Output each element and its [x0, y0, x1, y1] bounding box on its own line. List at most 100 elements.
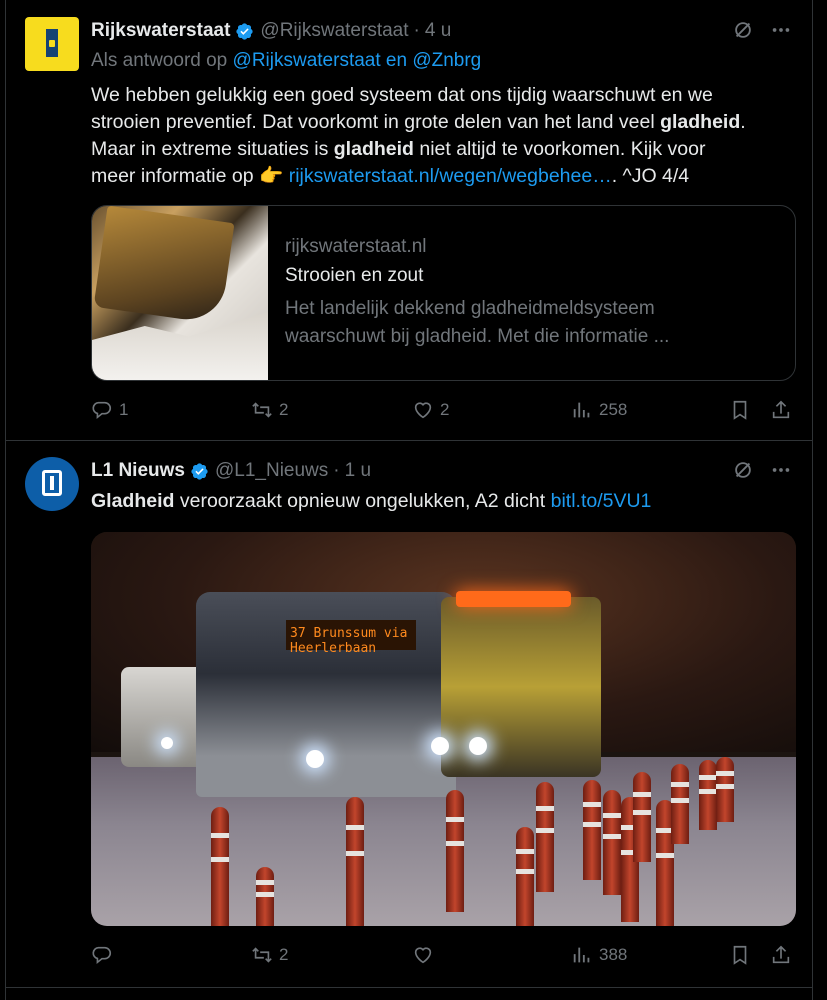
separator-dot: ·	[333, 460, 340, 481]
more-icon[interactable]	[770, 19, 792, 46]
bollard	[536, 782, 554, 892]
avatar[interactable]	[25, 457, 79, 511]
views-count: 388	[599, 945, 628, 964]
highlight-keyword: gladheid	[660, 111, 741, 133]
views-button[interactable]: 388	[571, 944, 627, 966]
post-text: Gladheid veroorzaakt opnieuw ongelukken,…	[91, 488, 796, 515]
reply-icon	[92, 401, 111, 420]
text-line: We hebben gelukkig een goed systeem dat …	[91, 84, 713, 106]
l1-logo	[42, 470, 62, 496]
like-button[interactable]: 2	[412, 399, 449, 421]
pointing-hand-emoji: 👉	[259, 165, 284, 187]
repost-count: 2	[279, 400, 289, 419]
repost-icon	[252, 402, 272, 418]
author-name[interactable]: L1 Nieuws	[91, 460, 185, 482]
card-title: Strooien en zout	[285, 265, 424, 286]
post-actions: 2 388	[91, 944, 796, 968]
share-button[interactable]	[770, 399, 792, 421]
bollard	[583, 780, 601, 880]
reply-button[interactable]: 1	[91, 399, 128, 421]
author-handle[interactable]: @Rijkswaterstaat	[260, 20, 408, 42]
reply-icon	[92, 946, 111, 965]
van	[121, 667, 206, 767]
separator-dot: ·	[413, 20, 420, 41]
bollard	[671, 764, 689, 844]
headlight	[161, 737, 173, 749]
post-top-actions	[732, 459, 792, 486]
views-icon	[573, 402, 590, 418]
card-description-line: Het landelijk dekkend gladheidmeldsystee…	[285, 298, 655, 319]
card-thumbnail	[92, 206, 268, 380]
share-button[interactable]	[770, 944, 792, 966]
like-count: 2	[440, 400, 450, 419]
reply-button[interactable]	[91, 944, 119, 966]
views-button[interactable]: 258	[571, 399, 627, 421]
grok-icon[interactable]	[732, 459, 754, 486]
text-line: strooien preventief. Dat voorkomt in gro…	[91, 111, 746, 133]
bookmark-button[interactable]	[729, 944, 751, 966]
share-icon	[772, 945, 790, 964]
post-header: Rijkswaterstaat @Rijkswaterstaat · 4 u	[91, 20, 451, 42]
highlight-keyword: Gladheid	[91, 490, 175, 512]
bollard	[516, 827, 534, 926]
bus: 37 Brunssum via Heerlerbaan	[196, 592, 456, 797]
repost-button[interactable]: 2	[251, 399, 288, 421]
share-icon	[772, 400, 790, 419]
post-header: L1 Nieuws @L1_Nieuws · 1 u	[91, 460, 371, 482]
post-text: We hebben gelukkig een goed systeem dat …	[91, 82, 796, 190]
headlight	[431, 737, 449, 755]
link-card[interactable]: rijkswaterstaat.nl Strooien en zout Het …	[91, 205, 796, 381]
post-top-actions	[732, 19, 792, 46]
reply-targets-link[interactable]: @Rijkswaterstaat en @Znbrg	[233, 50, 482, 71]
post-link[interactable]: bitl.to/5VU1	[551, 490, 652, 512]
card-body: rijkswaterstaat.nl Strooien en zout Het …	[285, 236, 785, 351]
verified-badge-icon	[191, 462, 208, 480]
bookmark-icon	[733, 400, 747, 420]
bollard	[699, 760, 717, 830]
bollard	[633, 772, 651, 862]
truck	[441, 591, 601, 777]
bookmark-icon	[733, 945, 747, 965]
bollard	[346, 797, 364, 926]
repost-icon	[252, 947, 272, 963]
heart-icon	[414, 402, 432, 419]
author-handle[interactable]: @L1_Nieuws	[215, 460, 328, 482]
verified-badge-icon	[236, 22, 254, 40]
card-domain: rijkswaterstaat.nl	[285, 236, 427, 257]
reply-prefix: Als antwoord op	[91, 50, 233, 71]
card-description-line: waarschuwt bij gladheid. Met die informa…	[285, 326, 670, 347]
plow-bucket	[93, 206, 235, 325]
headlight	[469, 737, 487, 755]
bookmark-button[interactable]	[729, 399, 751, 421]
card-description: Het landelijk dekkend gladheidmeldsystee…	[285, 295, 785, 351]
crest-logo	[46, 29, 58, 57]
text-line: meer informatie op 👉 rijkswaterstaat.nl/…	[91, 165, 690, 187]
reply-context: Als antwoord op @Rijkswaterstaat en @Znb…	[91, 50, 481, 72]
author-name[interactable]: Rijkswaterstaat	[91, 20, 230, 42]
headlight	[306, 750, 324, 768]
bollard	[603, 790, 621, 895]
grok-icon[interactable]	[732, 19, 754, 46]
snow	[92, 312, 268, 380]
post-rijkswaterstaat[interactable]: Rijkswaterstaat @Rijkswaterstaat · 4 u A…	[6, 0, 812, 441]
views-count: 258	[599, 400, 628, 419]
repost-button[interactable]: 2	[251, 944, 288, 966]
like-button[interactable]	[412, 944, 440, 966]
bollard	[256, 867, 274, 926]
post-link[interactable]: rijkswaterstaat.nl/wegen/wegbehee…	[289, 165, 612, 187]
bus-destination-sign: 37 Brunssum via Heerlerbaan	[286, 620, 416, 656]
reply-count: 1	[119, 400, 129, 419]
more-icon[interactable]	[770, 459, 792, 486]
highlight-keyword: gladheid	[333, 138, 414, 160]
post-text-body: veroorzaakt opnieuw ongelukken, A2 dicht	[174, 490, 551, 512]
post-image[interactable]: 37 Brunssum via Heerlerbaan	[91, 532, 796, 926]
bollard	[446, 790, 464, 912]
post-time[interactable]: 4 u	[425, 20, 451, 42]
avatar[interactable]	[25, 17, 79, 71]
heart-icon	[414, 947, 432, 964]
post-time[interactable]: 1 u	[345, 460, 371, 482]
repost-count: 2	[279, 945, 289, 964]
post-l1-nieuws[interactable]: L1 Nieuws @L1_Nieuws · 1 u Gladheid vero…	[6, 442, 812, 988]
timeline: Rijkswaterstaat @Rijkswaterstaat · 4 u A…	[5, 0, 813, 1000]
orange-beacon	[456, 591, 571, 607]
